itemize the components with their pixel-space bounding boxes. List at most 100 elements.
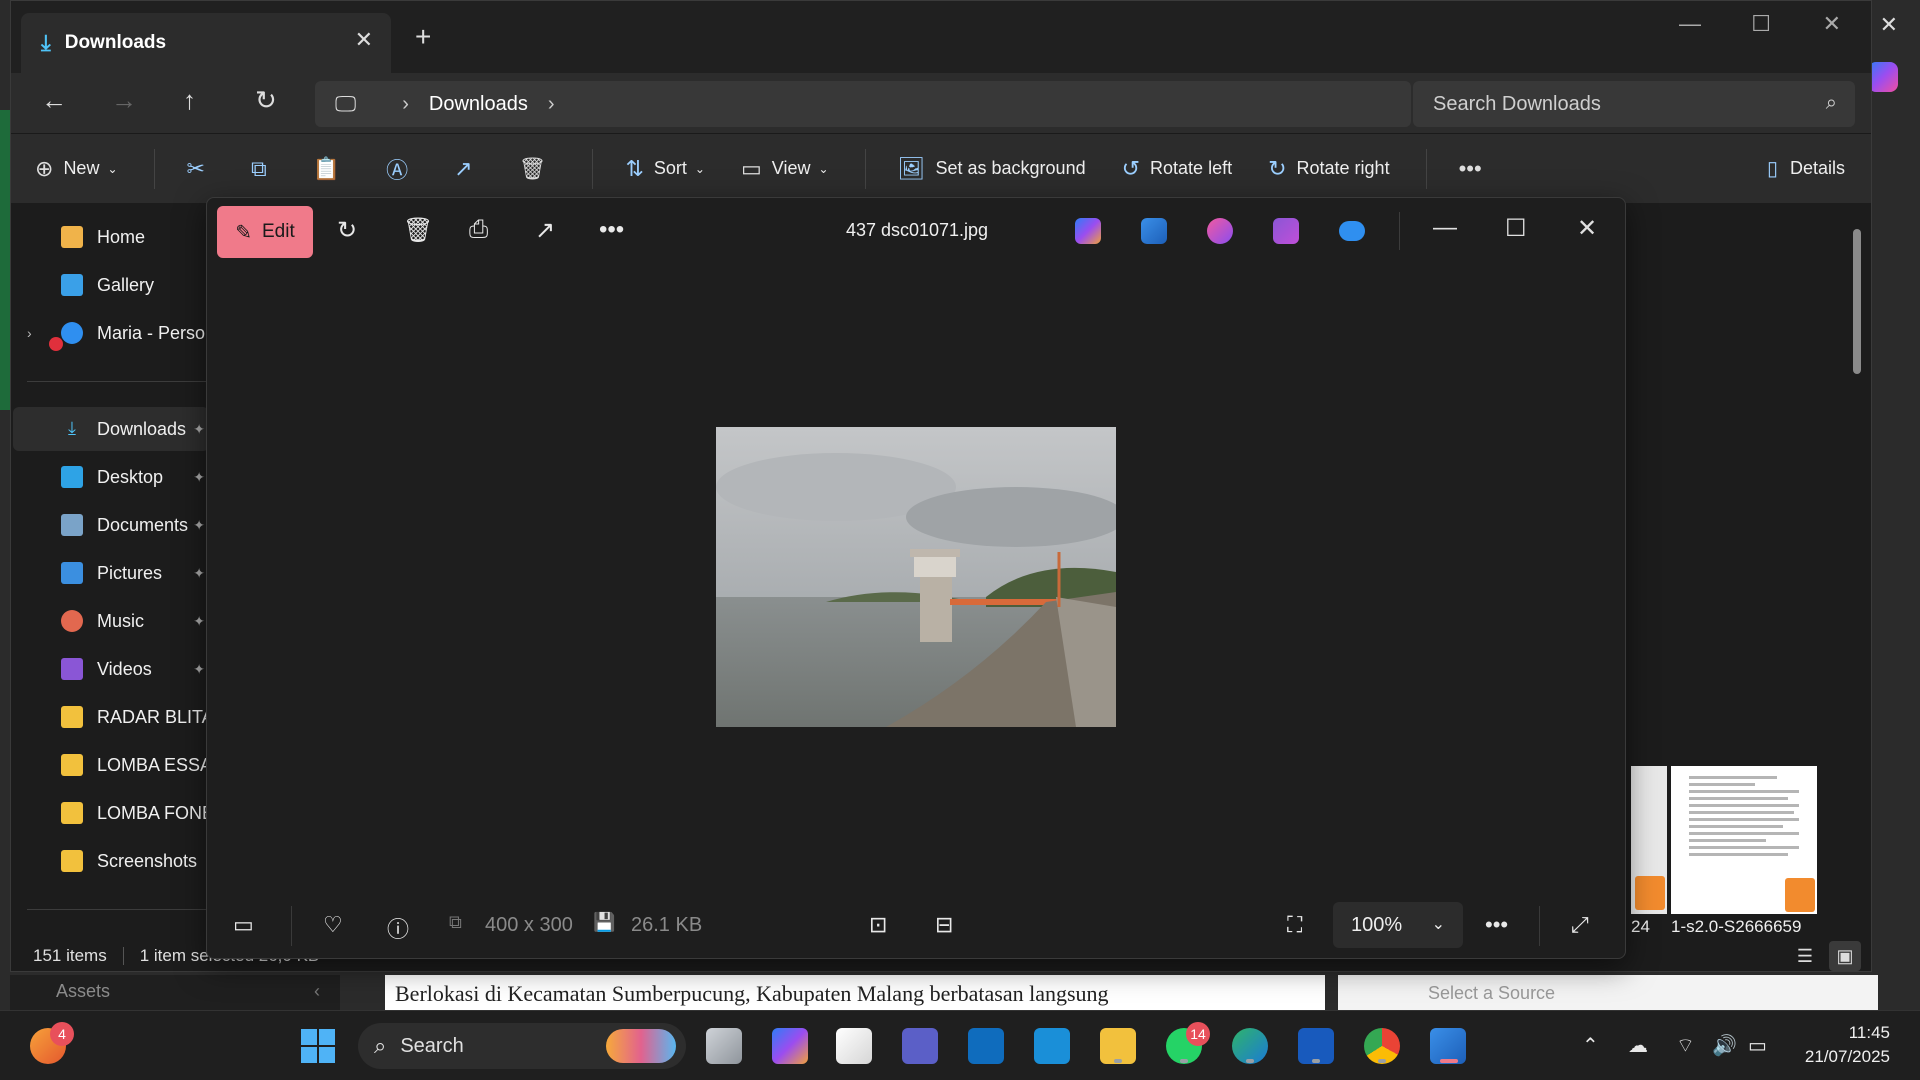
view-button[interactable]: ▭ View ⌄: [741, 156, 829, 182]
outlook-icon[interactable]: [968, 1028, 1004, 1064]
sidebar-item-folder[interactable]: Screenshots: [13, 839, 209, 883]
delete-button[interactable]: 🗑: [519, 156, 557, 182]
new-button[interactable]: ⊕ New ⌄: [35, 156, 118, 182]
chevron-down-icon: ⌄: [694, 161, 705, 176]
music-icon: [61, 610, 83, 632]
sidebar-item-desktop[interactable]: Desktop ✦: [13, 455, 209, 499]
copilot-icon[interactable]: [1075, 218, 1101, 244]
documents-icon: [61, 514, 83, 536]
battery-icon[interactable]: ▭: [1748, 1033, 1767, 1058]
sidebar-item-documents[interactable]: Documents ✦: [13, 503, 209, 547]
maximize-icon[interactable]: ☐: [1505, 214, 1527, 243]
breadcrumb-chevron-icon[interactable]: ›: [548, 93, 555, 116]
fullscreen-icon[interactable]: ⤢: [1571, 912, 1589, 938]
filmstrip-icon[interactable]: ▭: [233, 912, 254, 938]
sidebar-item-pictures[interactable]: Pictures ✦: [13, 551, 209, 595]
weather-widget-icon[interactable]: 4: [30, 1022, 74, 1064]
share-button[interactable]: ↗: [454, 156, 482, 182]
breadcrumb-chevron-icon[interactable]: ›: [402, 93, 409, 116]
background-close-icon[interactable]: ✕: [1880, 12, 1898, 38]
displayed-photo[interactable]: [716, 427, 1116, 727]
heart-icon[interactable]: ♡: [323, 912, 343, 938]
photos-app-icon[interactable]: [1141, 218, 1167, 244]
copy-button[interactable]: ⧉: [251, 156, 277, 182]
more-icon[interactable]: •••: [1485, 912, 1508, 938]
onedrive-icon[interactable]: [1339, 221, 1365, 241]
sidebar-item-home[interactable]: Home: [13, 215, 209, 259]
breadcrumb-downloads[interactable]: Downloads: [429, 93, 528, 116]
whatsapp-badge: 14: [1186, 1022, 1210, 1046]
chevron-up-icon[interactable]: ⌃: [1582, 1033, 1599, 1058]
sidebar-item-folder[interactable]: LOMBA ESSAY: [13, 743, 209, 787]
fit-to-window-icon[interactable]: ⛶: [1287, 912, 1302, 938]
sort-button[interactable]: ⇅ Sort ⌄: [625, 156, 705, 182]
forward-arrow-icon[interactable]: →: [111, 85, 137, 116]
download-icon: ⤓: [68, 418, 76, 438]
tab-downloads[interactable]: ⤓ Downloads ✕: [21, 13, 391, 73]
computer-icon[interactable]: 🖵: [335, 91, 356, 117]
more-options-button[interactable]: •••: [1459, 156, 1492, 182]
microsoft-store-icon[interactable]: [836, 1028, 872, 1064]
refresh-icon[interactable]: ↻: [255, 85, 277, 116]
paste-button[interactable]: 📋: [313, 156, 350, 182]
details-view-icon[interactable]: ☰: [1789, 941, 1821, 971]
search-input[interactable]: Search Downloads ⌕: [1413, 81, 1855, 127]
rotate-right-button[interactable]: ↻ Rotate right: [1268, 156, 1390, 182]
system-clock[interactable]: 11:45 21/07/2025: [1805, 1021, 1890, 1069]
tiles-view-icon[interactable]: ▣: [1829, 941, 1861, 971]
visual-search-icon[interactable]: ⊡: [869, 912, 887, 938]
document-line: [1689, 818, 1799, 821]
divider: [27, 909, 207, 910]
sidebar-item-onedrive[interactable]: › Maria - Personal: [13, 311, 209, 355]
task-view-icon[interactable]: [706, 1028, 742, 1064]
rename-button[interactable]: Ⓐ: [386, 153, 418, 185]
assets-panel[interactable]: Assets ‹: [10, 975, 340, 1010]
text-extract-icon[interactable]: ⊟: [935, 912, 953, 938]
sidebar-item-videos[interactable]: Videos ✦: [13, 647, 209, 691]
set-as-background-button[interactable]: 🖼 Set as background: [898, 156, 1086, 182]
minimize-icon[interactable]: —: [1433, 214, 1457, 242]
select-source-field[interactable]: Select a Source: [1338, 975, 1878, 1010]
back-arrow-icon[interactable]: ←: [41, 85, 67, 116]
zoom-dropdown[interactable]: 100% ⌄: [1333, 902, 1463, 948]
info-icon[interactable]: ⓘ: [387, 912, 409, 944]
copilot-icon[interactable]: [1868, 62, 1898, 92]
up-arrow-icon[interactable]: ↑: [183, 85, 196, 116]
pictures-icon: [61, 562, 83, 584]
new-tab-icon[interactable]: +: [415, 21, 431, 53]
myhp-icon[interactable]: [1034, 1028, 1070, 1064]
sidebar-item-folder[interactable]: RADAR BLITAR: [13, 695, 209, 739]
taskbar-search[interactable]: ⌕ Search: [358, 1023, 686, 1069]
sidebar-item-music[interactable]: Music ✦: [13, 599, 209, 643]
sidebar-item-downloads[interactable]: ⤓ Downloads ✦: [13, 407, 209, 451]
file-thumbnail[interactable]: [1631, 766, 1667, 914]
close-icon[interactable]: ✕: [1577, 214, 1597, 243]
rotate-right-label: Rotate right: [1296, 158, 1390, 178]
close-tab-icon[interactable]: ✕: [355, 27, 373, 53]
pdf-badge-icon: [1785, 878, 1815, 912]
minimize-icon[interactable]: —: [1679, 11, 1701, 37]
clipchamp-icon[interactable]: [1273, 218, 1299, 244]
taskbar: 4 ⌕ Search 14 ⌃ ☁ ⌔ 🔊 ▭ 11:45 21/07/2025: [0, 1010, 1920, 1080]
details-button[interactable]: ▯ Details: [1767, 156, 1845, 181]
sidebar-item-folder[interactable]: LOMBA FONEE: [13, 791, 209, 835]
maximize-icon[interactable]: ☐: [1751, 11, 1771, 37]
windows-start-icon[interactable]: [300, 1028, 336, 1064]
wifi-icon[interactable]: ⌔: [1676, 1033, 1695, 1058]
teams-icon[interactable]: [902, 1028, 938, 1064]
volume-icon[interactable]: 🔊: [1712, 1033, 1737, 1058]
address-bar[interactable]: 🖵 › Downloads ›: [315, 81, 1411, 127]
chevron-right-icon[interactable]: ›: [27, 325, 32, 341]
copilot-icon[interactable]: [772, 1028, 808, 1064]
sidebar-item-gallery[interactable]: Gallery: [13, 263, 209, 307]
vertical-scrollbar[interactable]: [1853, 229, 1861, 374]
designer-icon[interactable]: [1207, 218, 1233, 244]
onedrive-error-icon[interactable]: ☁: [1628, 1033, 1648, 1058]
cut-button[interactable]: ✂: [187, 156, 215, 182]
file-name-label[interactable]: 1-s2.0-S2666659: [1671, 917, 1831, 937]
file-name-label[interactable]: 24: [1631, 917, 1650, 937]
file-thumbnail[interactable]: [1671, 766, 1817, 914]
chevron-left-icon[interactable]: ‹: [314, 981, 320, 1002]
close-window-icon[interactable]: ✕: [1823, 11, 1841, 37]
rotate-left-button[interactable]: ↺ Rotate left: [1122, 156, 1232, 182]
